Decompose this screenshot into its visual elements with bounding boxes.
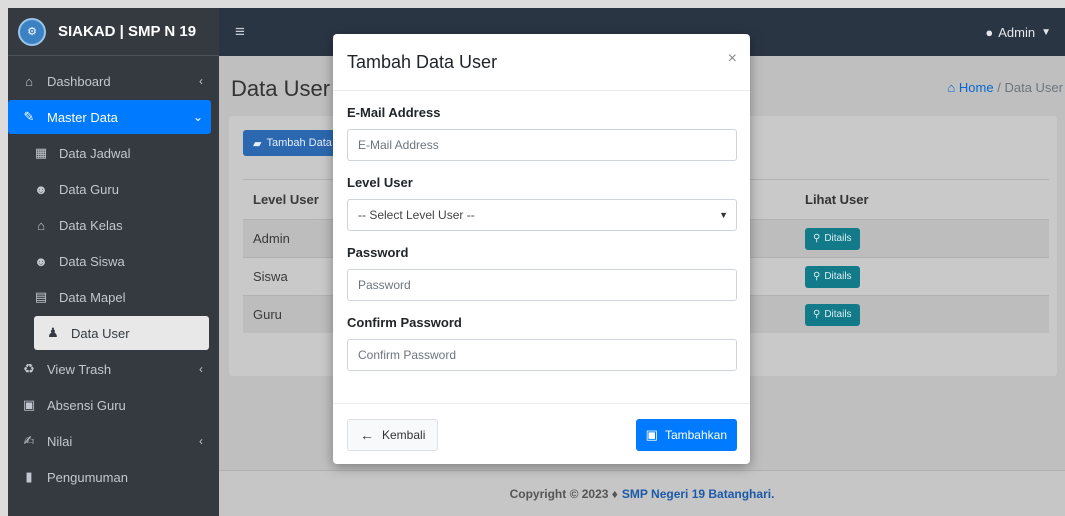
breadcrumb-home[interactable]: ⌂ Home xyxy=(947,80,997,95)
level-select[interactable]: -- Select Level User -- ▼ xyxy=(347,199,737,231)
sidebar-item-data-user[interactable]: ♟ Data User xyxy=(34,316,209,350)
save-icon: ▣ xyxy=(645,427,658,442)
sidebar-item-pengumuman[interactable]: ▮ Pengumuman xyxy=(8,460,211,494)
breadcrumb-current: Data User xyxy=(1004,80,1063,95)
home-icon: ⌂ xyxy=(947,80,956,95)
breadcrumb: ⌂ Home / Data User xyxy=(947,80,1063,95)
details-button[interactable]: ⚲ Ditails xyxy=(805,303,860,326)
caret-down-icon: ▼ xyxy=(719,210,728,220)
level-label: Level User xyxy=(347,175,413,190)
sidebar-item-label: Data Guru xyxy=(59,181,119,197)
sidebar-item-label: Absensi Guru xyxy=(47,397,126,413)
breadcrumb-separator: / xyxy=(997,80,1001,95)
modal-body: E-Mail Address E-Mail Address Level User… xyxy=(333,91,750,371)
details-button[interactable]: ⚲ Ditails xyxy=(805,227,860,250)
submit-button[interactable]: ▣ Tambahkan xyxy=(635,419,737,451)
sidebar-item-label: Data Siswa xyxy=(59,253,125,269)
sidebar-item-nilai[interactable]: ✍ Nilai ‹ xyxy=(8,424,211,458)
sidebar-item-data-guru[interactable]: ☻ Data Guru xyxy=(20,172,211,206)
sidebar-nav: ⌂ Dashboard ‹ ✎ Master Data ⌄ ▦ Data Jad… xyxy=(8,56,219,494)
chevron-left-icon: ‹ xyxy=(199,434,203,448)
sidebar-item-data-mapel[interactable]: ▤ Data Mapel xyxy=(20,280,211,314)
chevron-left-icon: ‹ xyxy=(199,362,203,376)
email-label: E-Mail Address xyxy=(347,105,441,120)
recycle-icon: ♻ xyxy=(23,361,35,376)
brand-name: SIAKAD | SMP N 19 xyxy=(58,23,197,40)
school-logo-icon: ⚙ xyxy=(18,17,46,46)
password-field[interactable]: Password xyxy=(347,269,737,301)
sidebar-item-label: Data User xyxy=(71,325,130,341)
modal-footer: ← Kembali ▣ Tambahkan xyxy=(333,403,750,464)
footer: Copyright © 2023 ♦ SMP Negeri 19 Batangh… xyxy=(219,470,1065,516)
page-title: Data User xyxy=(231,76,331,101)
arrow-left-icon: ← xyxy=(360,427,374,443)
back-button[interactable]: ← Kembali xyxy=(347,419,439,451)
sidebar-item-label: Pengumuman xyxy=(47,469,128,485)
calendar-check-icon: ▣ xyxy=(22,397,36,412)
brand[interactable]: ⚙ SIAKAD | SMP N 19 xyxy=(8,8,219,56)
users-icon: ☻ xyxy=(34,253,48,269)
add-data-button[interactable]: ▰ Tambah Data xyxy=(243,130,342,156)
sidebar-item-absensi-guru[interactable]: ▣ Absensi Guru xyxy=(8,388,211,422)
sidebar-submenu: ▦ Data Jadwal ☻ Data Guru ⌂ Data Kelas ☻… xyxy=(8,136,219,350)
users-icon: ☻ xyxy=(34,181,48,197)
signature-icon: ✍ xyxy=(23,433,35,448)
search-icon: ⚲ xyxy=(813,233,821,244)
column-header-lihat: Lihat User xyxy=(805,192,869,207)
password-label: Password xyxy=(347,245,409,260)
footer-org-link[interactable]: SMP Negeri 19 Batanghari. xyxy=(622,487,775,501)
email-field[interactable]: E-Mail Address xyxy=(347,129,737,161)
user-menu-label: Admin xyxy=(998,24,1036,40)
modal-header: Tambah Data User × xyxy=(333,34,750,91)
user-menu[interactable]: ● Admin ▼ xyxy=(985,25,1051,40)
sidebar: ⚙ SIAKAD | SMP N 19 ⌂ Dashboard ‹ ✎ Mast… xyxy=(8,8,219,516)
user-plus-icon: ♟ xyxy=(47,325,59,340)
caret-down-icon: ▼ xyxy=(1041,26,1051,38)
home-icon: ⌂ xyxy=(37,217,45,233)
chevron-down-icon: ⌄ xyxy=(192,110,203,124)
home-icon: ⌂ xyxy=(25,73,33,89)
user-circle-icon: ● xyxy=(985,24,994,40)
sidebar-item-label: View Trash xyxy=(47,361,112,377)
calendar-icon: ▦ xyxy=(34,145,48,160)
close-icon[interactable]: × xyxy=(728,50,737,68)
hamburger-icon[interactable]: ≡ xyxy=(235,22,245,42)
sidebar-item-label: Data Jadwal xyxy=(59,145,131,161)
sidebar-item-data-jadwal[interactable]: ▦ Data Jadwal xyxy=(20,136,211,170)
details-button[interactable]: ⚲ Ditails xyxy=(805,265,860,288)
sidebar-item-label: Dashboard xyxy=(47,73,111,89)
sidebar-item-view-trash[interactable]: ♻ View Trash ‹ xyxy=(8,352,211,386)
confirm-password-field[interactable]: Confirm Password xyxy=(347,339,737,371)
confirm-password-label: Confirm Password xyxy=(347,315,462,330)
sidebar-item-data-kelas[interactable]: ⌂ Data Kelas xyxy=(20,208,211,242)
sidebar-item-master-data[interactable]: ✎ Master Data ⌄ xyxy=(8,100,211,134)
sidebar-item-label: Data Kelas xyxy=(59,217,123,233)
search-icon: ⚲ xyxy=(813,309,821,320)
sidebar-item-label: Data Mapel xyxy=(59,289,126,305)
edit-icon: ✎ xyxy=(23,109,35,124)
modal-title: Tambah Data User xyxy=(347,51,498,72)
level-select-value: -- Select Level User -- xyxy=(358,208,475,222)
clipboard-icon: ▮ xyxy=(25,469,33,484)
chevron-left-icon: ‹ xyxy=(199,74,203,88)
sidebar-item-data-siswa[interactable]: ☻ Data Siswa xyxy=(20,244,211,278)
sidebar-item-label: Nilai xyxy=(47,433,73,449)
sidebar-item-dashboard[interactable]: ⌂ Dashboard ‹ xyxy=(8,64,211,98)
sidebar-item-label: Master Data xyxy=(47,109,118,125)
search-icon: ⚲ xyxy=(813,271,821,282)
book-icon: ▤ xyxy=(34,289,48,304)
footer-copyright: Copyright © 2023 ♦ xyxy=(509,486,618,501)
add-user-modal: Tambah Data User × E-Mail Address E-Mail… xyxy=(333,34,750,464)
folder-plus-icon: ▰ xyxy=(253,137,262,150)
